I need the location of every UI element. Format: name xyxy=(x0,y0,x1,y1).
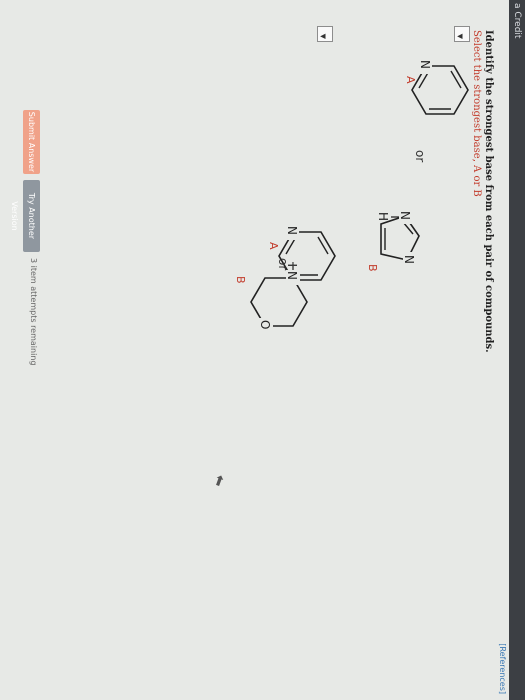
top-bar: a Credit xyxy=(509,0,525,700)
references-link[interactable]: [References] xyxy=(498,643,507,694)
atom-label: N xyxy=(418,60,432,69)
atom-n: N xyxy=(285,271,299,280)
attempts-remaining-text: 3 item attempts remaining xyxy=(29,258,38,366)
answer-select-2[interactable]: ▼ xyxy=(317,26,333,42)
submit-answer-button[interactable]: Submit Answer xyxy=(23,110,40,174)
morpholine-structure: O N H B xyxy=(234,262,308,334)
atom-h: H xyxy=(376,212,390,221)
screen: a Credit [References] Identify the stron… xyxy=(0,0,525,700)
mouse-pointer-icon: ⬉ xyxy=(209,472,229,490)
tag-a: A xyxy=(267,242,280,250)
question-title: Identify the strongest base from each pa… xyxy=(483,30,494,353)
credit-label: a Credit xyxy=(512,3,522,39)
atom-n1: N xyxy=(402,255,416,264)
tag-a: A xyxy=(404,76,417,84)
imidazole-structure: N N H B xyxy=(366,210,420,272)
try-another-version-button[interactable]: Try Another Version xyxy=(10,180,40,252)
atom-n2: N xyxy=(398,211,412,220)
chevron-down-icon: ▼ xyxy=(456,33,464,39)
atom-o: O xyxy=(258,320,272,329)
tag-b: B xyxy=(366,264,379,272)
compound-2b: O N H B xyxy=(225,262,315,342)
compound-1a: N A xyxy=(388,52,473,130)
pyridine-structure: N A xyxy=(404,58,469,115)
tag-b: B xyxy=(234,276,247,284)
atom-h: H xyxy=(285,262,299,267)
compound-1b: N N H B xyxy=(345,198,425,288)
chevron-down-icon: ▼ xyxy=(319,33,327,39)
answer-select-1[interactable]: ▼ xyxy=(454,26,470,42)
or-label-1: or xyxy=(413,150,427,163)
atom-label: N xyxy=(285,226,299,235)
